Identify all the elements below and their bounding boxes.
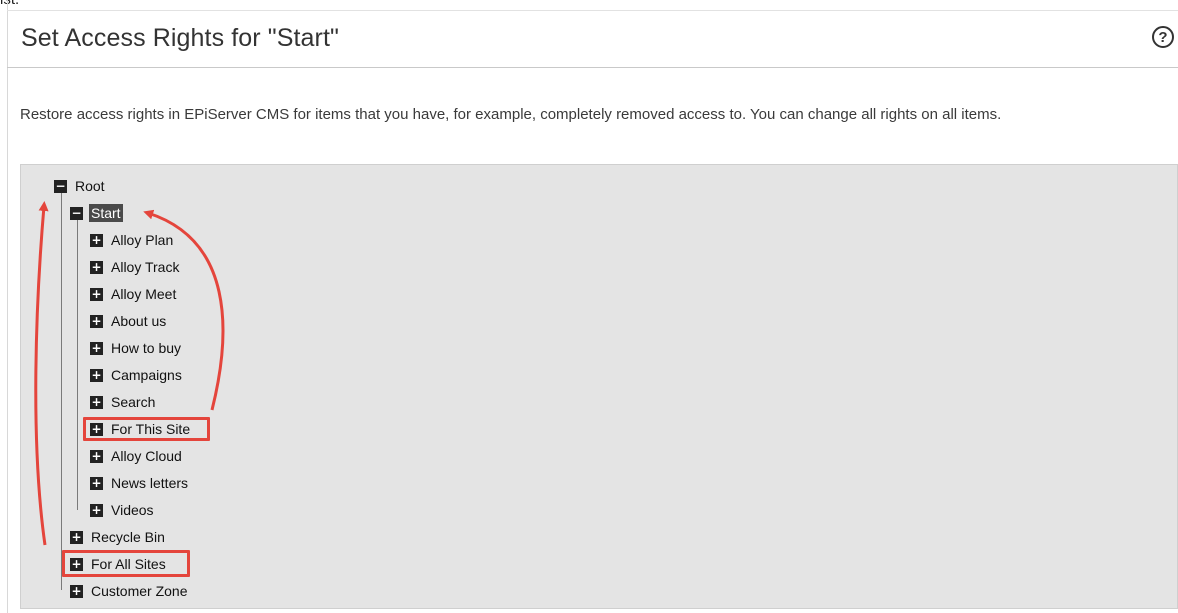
expand-icon[interactable]: + bbox=[70, 530, 83, 544]
tree-guide-line-root bbox=[61, 193, 62, 590]
expand-icon[interactable]: + bbox=[90, 314, 103, 328]
help-icon[interactable]: ? bbox=[1152, 26, 1174, 48]
collapse-icon[interactable]: − bbox=[54, 179, 67, 193]
previous-text-fragment: ist. bbox=[0, 0, 19, 8]
expand-icon[interactable]: + bbox=[90, 395, 103, 409]
tree-node-customer-zone[interactable]: + Customer Zone bbox=[70, 581, 189, 601]
page-tree-panel bbox=[20, 164, 1178, 609]
tree-node-label: Alloy Meet bbox=[111, 286, 177, 302]
tree-node-label: Start bbox=[89, 204, 123, 222]
tree-node-recycle-bin[interactable]: + Recycle Bin bbox=[70, 527, 167, 547]
tree-node-about-us[interactable]: + About us bbox=[90, 311, 168, 331]
tree-node-label: Videos bbox=[111, 502, 154, 518]
tree-node-label: Alloy Plan bbox=[111, 232, 174, 248]
expand-icon[interactable]: + bbox=[90, 368, 103, 382]
tree-node-alloy-plan[interactable]: + Alloy Plan bbox=[90, 230, 175, 250]
expand-icon[interactable]: + bbox=[90, 449, 103, 463]
tree-node-alloy-track[interactable]: + Alloy Track bbox=[90, 257, 181, 277]
expand-icon[interactable]: + bbox=[70, 584, 83, 598]
tree-node-alloy-cloud[interactable]: + Alloy Cloud bbox=[90, 446, 184, 466]
tree-node-alloy-meet[interactable]: + Alloy Meet bbox=[90, 284, 178, 304]
expand-icon[interactable]: + bbox=[90, 287, 103, 301]
tree-node-label: News letters bbox=[111, 475, 189, 491]
expand-icon[interactable]: + bbox=[90, 260, 103, 274]
expand-icon[interactable]: + bbox=[90, 503, 103, 517]
tree-node-label: Campaigns bbox=[111, 367, 182, 383]
tree-node-search[interactable]: + Search bbox=[90, 392, 157, 412]
tree-guide-line-start bbox=[77, 220, 78, 510]
tree-node-label: Alloy Cloud bbox=[111, 448, 182, 464]
highlight-box-for-all-sites bbox=[62, 550, 190, 577]
tree-node-how-to-buy[interactable]: + How to buy bbox=[90, 338, 183, 358]
expand-icon[interactable]: + bbox=[90, 341, 103, 355]
tree-node-start[interactable]: − Start bbox=[70, 203, 123, 223]
expand-icon[interactable]: + bbox=[90, 233, 103, 247]
highlight-box-for-this-site bbox=[83, 417, 210, 441]
page-description: Restore access rights in EPiServer CMS f… bbox=[20, 106, 1002, 123]
tree-node-label: Customer Zone bbox=[91, 583, 188, 599]
tree-node-label: How to buy bbox=[111, 340, 182, 356]
tree-node-label: Root bbox=[75, 178, 105, 194]
expand-icon[interactable]: + bbox=[90, 476, 103, 490]
title-divider bbox=[7, 67, 1178, 68]
tree-node-news-letters[interactable]: + News letters bbox=[90, 473, 190, 493]
tree-node-label: Recycle Bin bbox=[91, 529, 165, 545]
page-title: Set Access Rights for "Start" bbox=[21, 24, 339, 52]
panel-top-border bbox=[7, 10, 1178, 11]
tree-node-label: About us bbox=[111, 313, 167, 329]
tree-node-campaigns[interactable]: + Campaigns bbox=[90, 365, 184, 385]
tree-node-root[interactable]: − Root bbox=[54, 176, 107, 196]
tree-node-label: Search bbox=[111, 394, 156, 410]
tree-node-videos[interactable]: + Videos bbox=[90, 500, 156, 520]
panel-left-border bbox=[7, 0, 8, 613]
tree-node-label: Alloy Track bbox=[111, 259, 180, 275]
collapse-icon[interactable]: − bbox=[70, 206, 83, 220]
